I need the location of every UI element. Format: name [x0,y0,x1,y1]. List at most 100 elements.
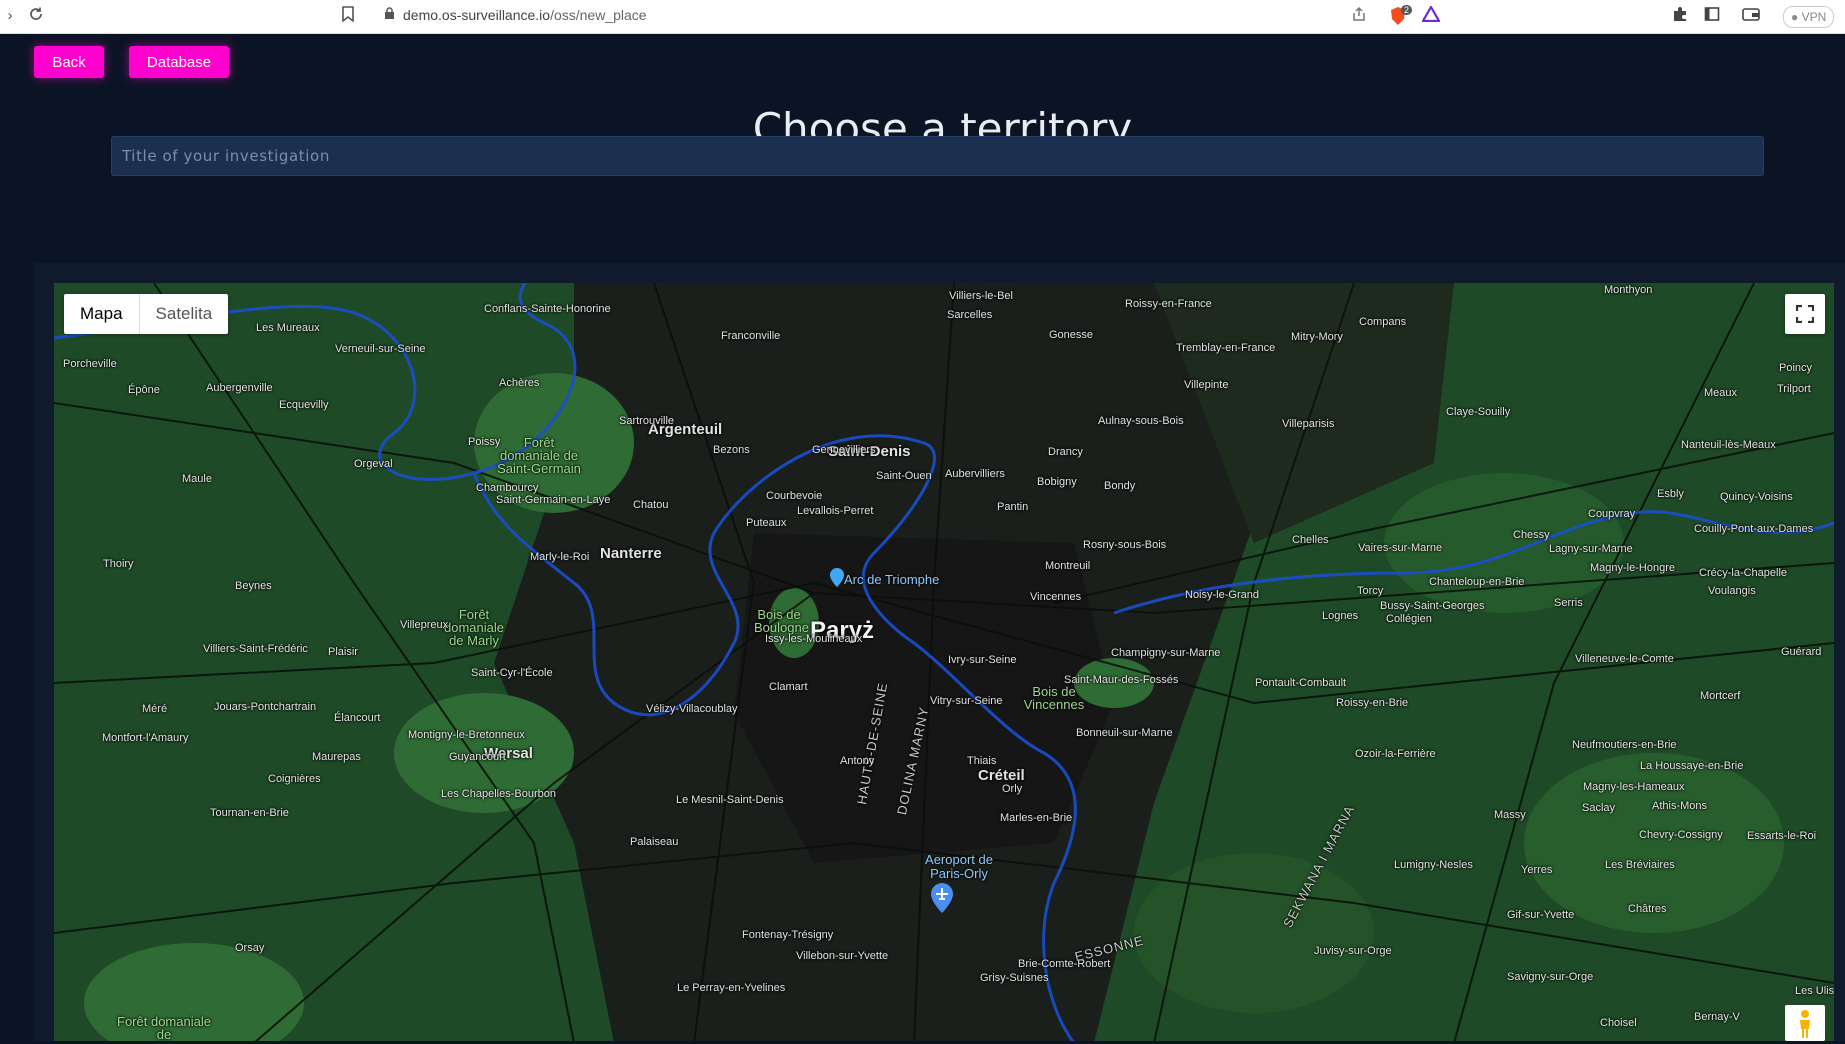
town-label: Roissy-en-Brie [1336,697,1409,709]
town-label: Claye-Souilly [1446,406,1511,418]
town-label: Drancy [1048,446,1083,458]
street-view-pegman[interactable] [1785,1005,1825,1041]
wallet-icon[interactable] [1741,6,1761,26]
town-label: Plaisir [328,646,358,658]
town-label: Pontault-Combault [1255,677,1347,689]
town-label: Puteaux [746,517,787,529]
investigation-title-input[interactable] [111,136,1764,176]
town-label: Juvisy-sur-Orge [1314,945,1392,957]
town-label: Orly [1002,783,1023,795]
town-label: Palaiseau [630,836,679,848]
town-label: Chessy [1513,529,1550,541]
town-label: Clamart [769,681,808,693]
reload-icon[interactable] [26,6,46,26]
town-label: Méré [142,703,168,715]
town-label: Le Perray-en-Yvelines [677,982,786,994]
town-label: Neufmoutiers-en-Brie [1572,739,1677,751]
database-button[interactable]: Database [129,46,229,78]
rewards-triangle-icon[interactable] [1421,4,1441,26]
town-label: Roissy-en-France [1125,298,1212,310]
town-label: Guyancourt [449,751,506,763]
town-label: Fontenay-Trésigny [742,929,834,941]
town-label: Massy [1494,809,1526,821]
town-label: Les Ulis [1795,985,1834,997]
town-label: Saint-Maur-des-Fossés [1064,674,1179,686]
town-label: Bernay-V [1694,1011,1740,1023]
map-tab-map[interactable]: Mapa [64,294,139,334]
town-label: Sarcelles [947,309,993,321]
bookmark-icon[interactable] [338,6,358,26]
town-label: Tremblay-en-France [1176,342,1276,354]
town-label: Pantin [997,501,1029,513]
map-base-graphics [54,283,1834,1041]
town-label: Poincy [1779,362,1813,374]
town-label: Saint-Cyr-l'École [471,667,553,679]
town-label: Ivry-sur-Seine [948,654,1017,666]
town-label: Chambourcy [476,482,539,494]
town-label: Chevry-Cossigny [1639,829,1723,841]
town-label: Tournan-en-Brie [210,807,289,819]
extensions-icon[interactable] [1670,6,1690,26]
town-label: Yerres [1521,864,1553,876]
town-label: Marles-en-Brie [1000,812,1073,824]
town-label: Magny-le-Hongre [1590,562,1675,574]
browser-toolbar: › demo.os-surveillance.io/oss/new_place … [0,0,1845,34]
url-text[interactable]: demo.os-surveillance.io/oss/new_place [403,7,647,23]
town-label: Bondy [1104,480,1136,492]
poi-label[interactable]: Aeroport de Paris-Orly [909,853,1009,881]
town-label: La Houssaye-en-Brie [1640,760,1744,772]
park-label: Forêt domaniale de [117,1014,211,1041]
town-label: Esbly [1657,488,1684,500]
town-label: Gif-sur-Yvette [1507,909,1575,921]
town-label: Trilport [1777,383,1811,395]
town-label: Vincennes [1030,591,1082,603]
town-label: Grisy-Suisnes [980,972,1049,984]
map-label: Créteil [978,767,1025,784]
town-label: Orgeval [354,458,393,470]
town-label: Villeparisis [1282,418,1335,430]
town-label: Bonneuil-sur-Marne [1076,727,1173,739]
town-label: Vélizy-Villacoublay [646,703,738,715]
share-icon[interactable] [1349,6,1369,26]
town-label: Montfort-l'Amaury [102,732,189,744]
town-label: Lognes [1322,610,1359,622]
vpn-button[interactable]: ● VPN [1783,6,1835,28]
town-label: Issy-les-Moulineaux [765,633,863,645]
town-label: Quincy-Voisins [1720,491,1793,503]
map-tab-satellite[interactable]: Satelita [138,294,229,334]
town-label: Aulnay-sous-Bois [1098,415,1184,427]
town-label: Chanteloup-en-Brie [1429,576,1525,588]
poi-label[interactable]: Arc de Triomphe [844,572,939,587]
town-label: Antony [840,755,875,767]
town-label: Athis-Mons [1652,800,1708,812]
town-label: Villepinte [1184,379,1229,391]
sidebar-icon[interactable] [1702,6,1722,26]
town-label: Mitry-Mory [1291,331,1343,343]
town-label: Aubervilliers [945,468,1005,480]
back-button[interactable]: Back [34,46,104,78]
town-label: Villepreux [400,619,449,631]
pegman-icon [1797,1009,1813,1044]
town-label: Villebon-sur-Yvette [796,950,889,962]
forward-icon[interactable]: › [0,6,20,26]
park-label: Bois de Vincennes [1023,684,1085,712]
town-label: Villiers-le-Bel [949,290,1013,302]
town-label: Gennevilliers [812,444,876,456]
town-label: Bobigny [1037,476,1077,488]
town-label: Voulangis [1708,585,1756,597]
town-label: Franconville [721,330,781,342]
town-label: Jouars-Pontchartrain [214,701,317,713]
map-canvas[interactable]: Paryż Argenteuil Saint-Denis Nanterre We… [54,283,1834,1041]
town-label: Nanteuil-lès-Meaux [1681,439,1776,451]
town-label: Meaux [1704,387,1738,399]
town-label: Vitry-sur-Seine [930,695,1003,707]
map-type-control: Mapa Satelita [64,294,229,334]
town-label: Noisy-le-Grand [1185,589,1259,601]
vpn-label: VPN [1801,10,1827,24]
fullscreen-button[interactable] [1785,294,1825,334]
town-label: Montreuil [1045,560,1091,572]
town-label: Serris [1554,597,1583,609]
park-label: Bois de Boulogne [754,607,809,635]
town-label: Compans [1359,316,1407,328]
town-label: Chatou [633,499,669,511]
